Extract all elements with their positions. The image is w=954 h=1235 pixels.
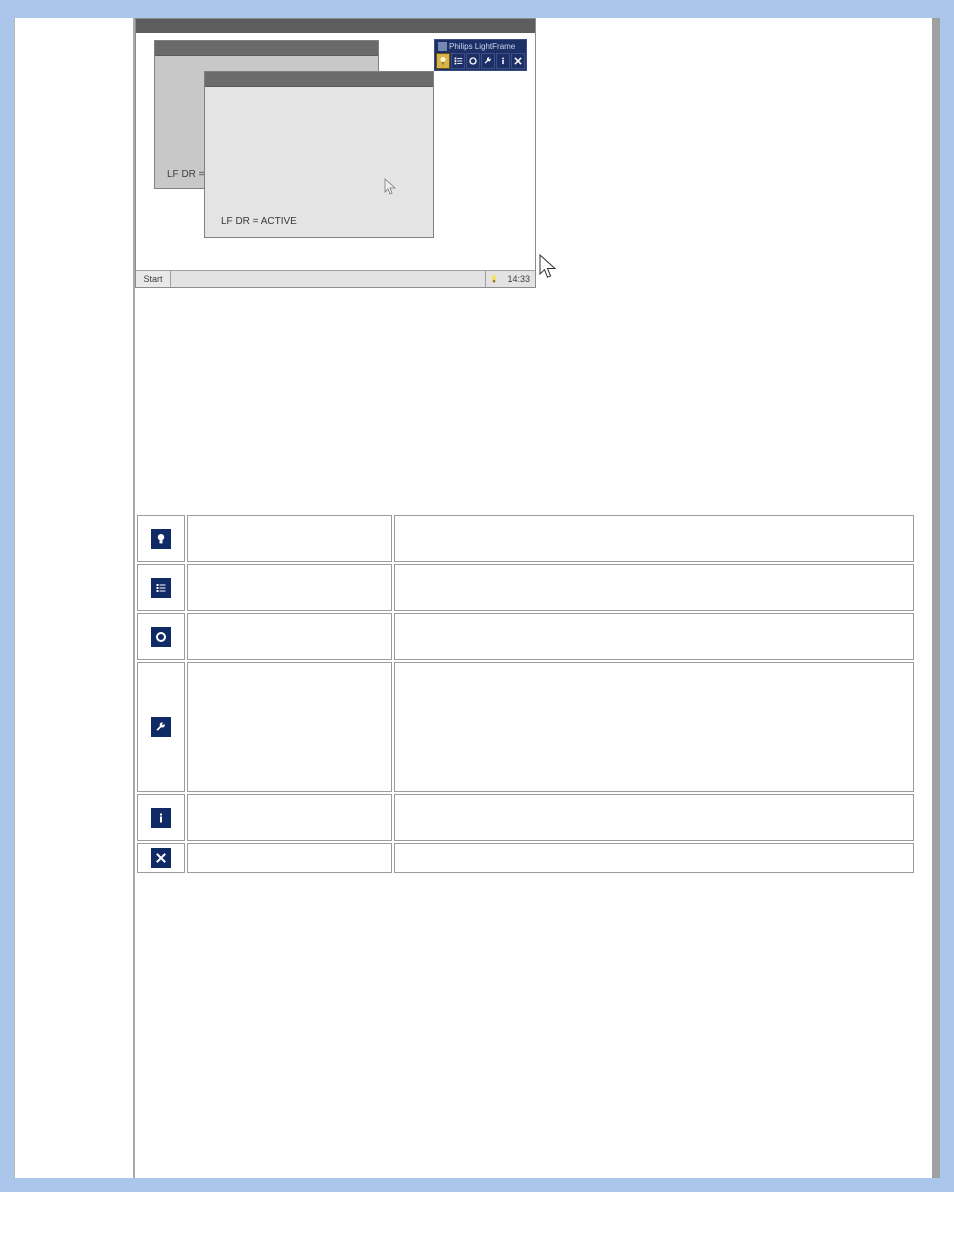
desc-cell (394, 662, 914, 792)
table-row (137, 843, 914, 873)
system-tray: 14:33 (485, 271, 535, 287)
lightframe-logo-icon (438, 42, 447, 51)
name-cell (187, 843, 392, 873)
lightframe-bulb-button[interactable] (436, 53, 450, 69)
front-window: LF DR = ACTIVE (204, 71, 434, 238)
name-cell (187, 794, 392, 841)
table-row (137, 662, 914, 792)
desc-cell (394, 843, 914, 873)
page-background: Philips LightFrame (0, 0, 954, 1192)
lightframe-info-button[interactable] (496, 53, 510, 69)
icon-cell (137, 662, 185, 792)
list-icon (151, 578, 171, 598)
lightframe-circle-button[interactable] (466, 53, 480, 69)
lightframe-list-button[interactable] (451, 53, 465, 69)
screenshot-titlebar (136, 19, 535, 33)
taskbar: Start 14:33 (136, 270, 535, 287)
lightframe-buttons-row (435, 53, 526, 70)
icon-cell (137, 794, 185, 841)
table-row (137, 564, 914, 611)
name-cell (187, 564, 392, 611)
screenshot-desktop: Philips LightFrame (136, 33, 535, 270)
close-icon (151, 848, 171, 868)
bulb-icon (151, 529, 171, 549)
start-button-label: Start (143, 274, 162, 284)
desc-cell (394, 613, 914, 660)
desc-cell (394, 564, 914, 611)
name-cell (187, 662, 392, 792)
desc-cell (394, 794, 914, 841)
icon-cell (137, 613, 185, 660)
lightframe-title: Philips LightFrame (435, 40, 526, 53)
info-icon (151, 808, 171, 828)
front-window-text: LF DR = ACTIVE (213, 212, 305, 231)
desc-cell (394, 515, 914, 562)
wrench-icon (151, 717, 171, 737)
back-window-titlebar (155, 41, 378, 56)
name-cell (187, 515, 392, 562)
clock: 14:33 (504, 274, 533, 284)
table-row (137, 613, 914, 660)
circle-icon (151, 627, 171, 647)
buttons-table (135, 513, 916, 875)
table-row (137, 515, 914, 562)
icon-cell (137, 515, 185, 562)
name-cell (187, 613, 392, 660)
start-button[interactable]: Start (136, 271, 171, 287)
embedded-screenshot: Philips LightFrame (135, 18, 536, 288)
document-page: Philips LightFrame (14, 18, 940, 1178)
table-row (137, 794, 914, 841)
tray-bulb-icon[interactable] (488, 273, 500, 285)
lightframe-close-button[interactable] (511, 53, 525, 69)
content-column: Philips LightFrame (133, 18, 932, 1178)
lightframe-toolbar[interactable]: Philips LightFrame (434, 39, 527, 71)
inner-cursor-icon (384, 178, 397, 199)
front-window-titlebar (205, 72, 433, 87)
icon-cell (137, 564, 185, 611)
icon-cell (137, 843, 185, 873)
cursor-icon (538, 253, 558, 284)
lightframe-title-text: Philips LightFrame (449, 42, 515, 51)
lightframe-wrench-button[interactable] (481, 53, 495, 69)
